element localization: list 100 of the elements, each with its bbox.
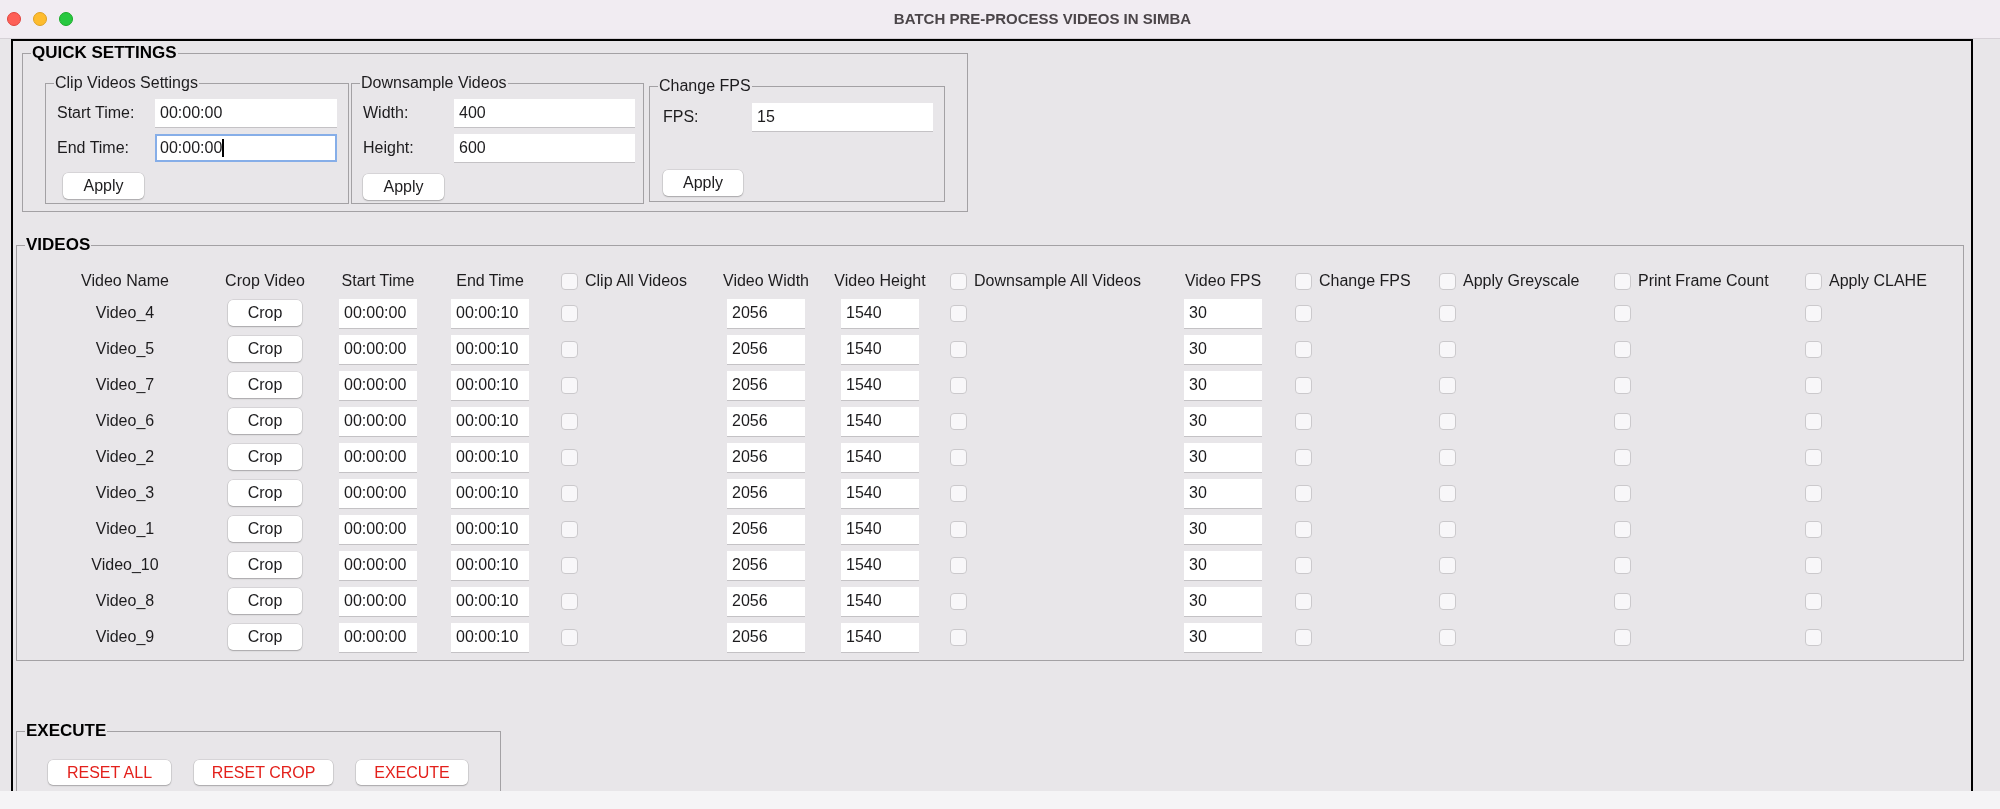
text-field[interactable]: 00:00:10 (451, 442, 529, 472)
execute-button[interactable]: EXECUTE (356, 760, 468, 785)
checkbox[interactable] (1614, 628, 1631, 646)
text-field[interactable]: 1540 (841, 298, 919, 328)
text-field[interactable]: 00:00:10 (451, 622, 529, 652)
close-icon[interactable] (7, 12, 21, 26)
text-field[interactable]: 00:00:00 (339, 370, 417, 400)
text-field[interactable]: 30 (1184, 406, 1262, 436)
text-field[interactable]: 1540 (841, 622, 919, 652)
checkbox[interactable] (950, 592, 967, 610)
text-field[interactable]: 00:00:10 (451, 334, 529, 364)
checkbox[interactable] (1439, 304, 1456, 322)
checkbox[interactable] (561, 628, 578, 646)
checkbox[interactable] (1439, 272, 1456, 290)
text-field[interactable]: 00:00:10 (451, 478, 529, 508)
checkbox[interactable] (1805, 340, 1822, 358)
checkbox[interactable] (1805, 484, 1822, 502)
apply-button[interactable]: Apply (663, 170, 743, 196)
checkbox[interactable] (950, 376, 967, 394)
checkbox[interactable] (1614, 556, 1631, 574)
text-field[interactable]: 15 (752, 103, 933, 131)
checkbox[interactable] (950, 556, 967, 574)
checkbox[interactable] (1439, 448, 1456, 466)
checkbox[interactable] (950, 448, 967, 466)
text-field[interactable]: 00:00:10 (451, 370, 529, 400)
text-field[interactable]: 30 (1184, 514, 1262, 544)
text-field[interactable]: 00:00:10 (451, 406, 529, 436)
text-field[interactable]: 00:00:00 (339, 586, 417, 616)
checkbox[interactable] (1805, 520, 1822, 538)
checkbox[interactable] (1295, 272, 1312, 290)
text-field[interactable]: 600 (454, 134, 635, 162)
text-field[interactable]: 2056 (727, 550, 805, 580)
text-field[interactable]: 00:00:10 (451, 298, 529, 328)
text-field[interactable]: 2056 (727, 586, 805, 616)
checkbox[interactable] (561, 304, 578, 322)
checkbox[interactable] (561, 340, 578, 358)
checkbox[interactable] (950, 340, 967, 358)
text-field[interactable]: 00:00:00 (155, 134, 337, 162)
crop-button[interactable]: Crop (228, 516, 302, 542)
checkbox[interactable] (1614, 304, 1631, 322)
checkbox[interactable] (1295, 412, 1312, 430)
text-field[interactable]: 00:00:00 (155, 99, 337, 127)
checkbox[interactable] (1439, 484, 1456, 502)
crop-button[interactable]: Crop (228, 408, 302, 434)
text-field[interactable]: 1540 (841, 514, 919, 544)
checkbox[interactable] (1614, 272, 1631, 290)
checkbox[interactable] (1295, 448, 1312, 466)
text-field[interactable]: 30 (1184, 550, 1262, 580)
reset-crop-button[interactable]: RESET CROP (194, 760, 333, 785)
text-field[interactable]: 2056 (727, 406, 805, 436)
checkbox[interactable] (950, 412, 967, 430)
checkbox[interactable] (1439, 628, 1456, 646)
crop-button[interactable]: Crop (228, 624, 302, 650)
text-field[interactable]: 1540 (841, 442, 919, 472)
checkbox[interactable] (561, 412, 578, 430)
checkbox[interactable] (561, 376, 578, 394)
text-field[interactable]: 2056 (727, 514, 805, 544)
text-field[interactable]: 00:00:00 (339, 442, 417, 472)
checkbox[interactable] (1295, 628, 1312, 646)
checkbox[interactable] (1439, 412, 1456, 430)
checkbox[interactable] (1805, 448, 1822, 466)
checkbox[interactable] (1614, 376, 1631, 394)
text-field[interactable]: 00:00:10 (451, 514, 529, 544)
checkbox[interactable] (561, 556, 578, 574)
text-field[interactable]: 1540 (841, 586, 919, 616)
text-field[interactable]: 2056 (727, 334, 805, 364)
text-field[interactable]: 1540 (841, 550, 919, 580)
checkbox[interactable] (1805, 412, 1822, 430)
checkbox[interactable] (1614, 412, 1631, 430)
checkbox[interactable] (950, 272, 967, 290)
checkbox[interactable] (950, 628, 967, 646)
crop-button[interactable]: Crop (228, 444, 302, 470)
text-field[interactable]: 2056 (727, 442, 805, 472)
checkbox[interactable] (1295, 340, 1312, 358)
text-field[interactable]: 2056 (727, 370, 805, 400)
text-field[interactable]: 00:00:00 (339, 622, 417, 652)
text-field[interactable]: 30 (1184, 334, 1262, 364)
minimize-icon[interactable] (33, 12, 47, 26)
text-field[interactable]: 2056 (727, 478, 805, 508)
checkbox[interactable] (1295, 556, 1312, 574)
crop-button[interactable]: Crop (228, 588, 302, 614)
text-field[interactable]: 30 (1184, 478, 1262, 508)
crop-button[interactable]: Crop (228, 300, 302, 326)
text-field[interactable]: 2056 (727, 298, 805, 328)
text-field[interactable]: 30 (1184, 442, 1262, 472)
text-field[interactable]: 30 (1184, 622, 1262, 652)
checkbox[interactable] (1295, 484, 1312, 502)
text-field[interactable]: 1540 (841, 334, 919, 364)
checkbox[interactable] (1439, 592, 1456, 610)
text-field[interactable]: 400 (454, 99, 635, 127)
crop-button[interactable]: Crop (228, 480, 302, 506)
checkbox[interactable] (561, 484, 578, 502)
crop-button[interactable]: Crop (228, 552, 302, 578)
checkbox[interactable] (1614, 520, 1631, 538)
checkbox[interactable] (561, 520, 578, 538)
text-field[interactable]: 1540 (841, 406, 919, 436)
checkbox[interactable] (1805, 628, 1822, 646)
reset-all-button[interactable]: RESET ALL (48, 760, 171, 785)
checkbox[interactable] (950, 304, 967, 322)
text-field[interactable]: 30 (1184, 370, 1262, 400)
